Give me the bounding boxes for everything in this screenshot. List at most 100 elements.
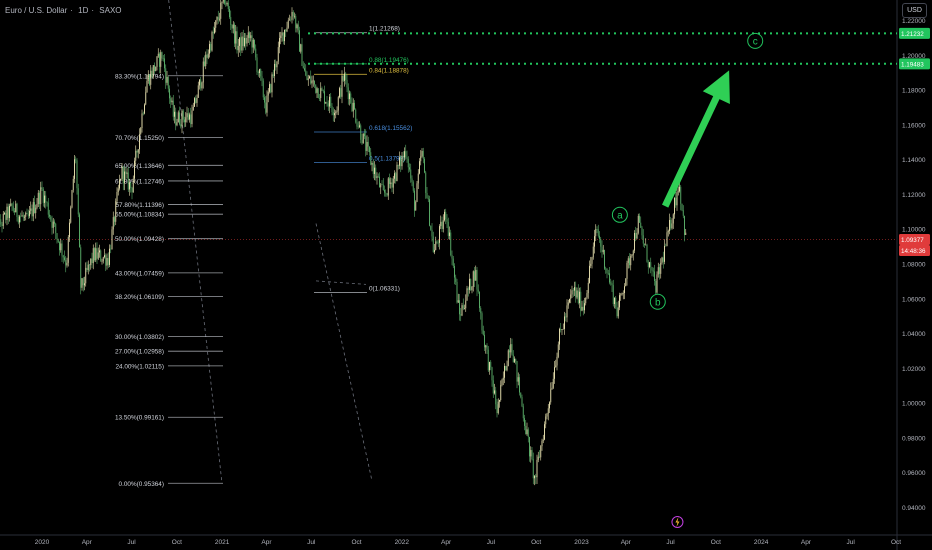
candle-body (172, 100, 174, 117)
candle-body (291, 11, 293, 20)
candle-body (595, 229, 597, 237)
candle-body (241, 36, 243, 51)
candle-body (74, 159, 75, 179)
candle-body (434, 249, 435, 253)
time-tick-label: Apr (801, 539, 812, 546)
candle-body (364, 133, 365, 137)
candle-body (410, 169, 412, 179)
candle-body (504, 365, 505, 378)
candle-body (445, 211, 447, 220)
candle-body (126, 172, 128, 174)
candle-body (239, 37, 240, 46)
candle-body (110, 248, 112, 250)
candle-body (341, 75, 343, 97)
candle-body (415, 201, 417, 211)
candle-body (431, 229, 433, 237)
symbol-name[interactable]: Euro / U.S. Dollar (5, 6, 67, 15)
candle-body (339, 88, 340, 98)
candle-body (220, 2, 222, 19)
candle-body (587, 282, 589, 294)
candle-body (665, 245, 667, 247)
candle-body (184, 119, 185, 123)
candle-body (684, 215, 685, 235)
candle-body (114, 217, 115, 222)
candle-body (102, 257, 104, 262)
candle-body (349, 93, 350, 100)
candle-body (399, 157, 400, 166)
price-axis[interactable]: 1.220001.200001.180001.160001.140001.120… (902, 18, 926, 512)
candle-body (427, 198, 429, 200)
candle-body (455, 277, 457, 282)
candle-body (94, 248, 95, 261)
candle-body (30, 208, 32, 211)
candle-body (141, 113, 143, 129)
candle-body (10, 203, 12, 206)
candle-body (386, 193, 388, 196)
price-chart[interactable]: 1.220001.200001.180001.160001.140001.120… (0, 0, 932, 550)
fib-ext-level-label: 0.84(1.18878) (369, 67, 409, 74)
candle-body (590, 263, 592, 266)
candle-body (560, 328, 562, 330)
candle-body (592, 246, 594, 258)
fib-level-label: 13.50%(0.99161) (115, 415, 164, 422)
interval-label[interactable]: 1D (78, 6, 88, 15)
candle-body (244, 38, 245, 47)
candle-body (627, 258, 629, 263)
candle-body (107, 257, 109, 265)
wave-label-text: b (655, 297, 661, 308)
candle-body (586, 293, 588, 298)
candle-body (335, 112, 337, 114)
candle-body (497, 401, 499, 414)
candle-body (517, 377, 519, 382)
candle-body (266, 95, 268, 113)
candle-body (666, 232, 668, 246)
currency-button[interactable]: USD (902, 3, 927, 18)
candle-body (397, 164, 399, 166)
candle-body (359, 125, 360, 127)
candle-body (305, 70, 307, 76)
candle-body (329, 96, 330, 107)
candle-body (69, 222, 70, 238)
candle-body (215, 20, 217, 28)
fib-ext-level-label: 0.618(1.15562) (369, 125, 412, 132)
candle-body (507, 350, 509, 367)
candle-body (296, 24, 298, 29)
candle-body (417, 173, 419, 184)
candle-body (632, 250, 634, 255)
candle-body (199, 79, 200, 86)
candle-body (4, 212, 5, 214)
candle-body (221, 1, 223, 3)
candle-body (191, 110, 193, 125)
candle-body (31, 208, 33, 217)
candle-body (70, 207, 72, 223)
candle-body (405, 151, 407, 158)
candle-body (255, 48, 257, 58)
candle-body (376, 176, 378, 178)
candle-body (491, 367, 493, 381)
candle-body (272, 74, 274, 77)
fib-ext-level-label: 1(1.21268) (369, 26, 400, 33)
candle-body (642, 235, 644, 244)
candle-body (167, 77, 169, 89)
candle-body (402, 155, 404, 158)
fib-level-label: 55.00%(1.10834) (115, 212, 164, 219)
candle-body (419, 161, 420, 174)
candle-body (425, 172, 427, 193)
candle-body (371, 163, 373, 165)
time-tick-label: 2023 (574, 539, 589, 546)
candle-body (67, 237, 69, 263)
candle-body (654, 271, 655, 281)
candle-body (621, 293, 623, 295)
candle-body (174, 111, 175, 117)
candle-body (664, 245, 665, 262)
candle-body (21, 215, 23, 217)
fib-level-label: 50.00%(1.09428) (115, 236, 164, 243)
candle-body (46, 202, 48, 203)
candle-body (447, 221, 449, 236)
candle-body (152, 65, 154, 77)
candle-body (597, 229, 599, 236)
candle-body (176, 122, 178, 126)
candle-body (610, 282, 612, 284)
candle-body (524, 418, 525, 426)
candle-body (32, 202, 34, 217)
